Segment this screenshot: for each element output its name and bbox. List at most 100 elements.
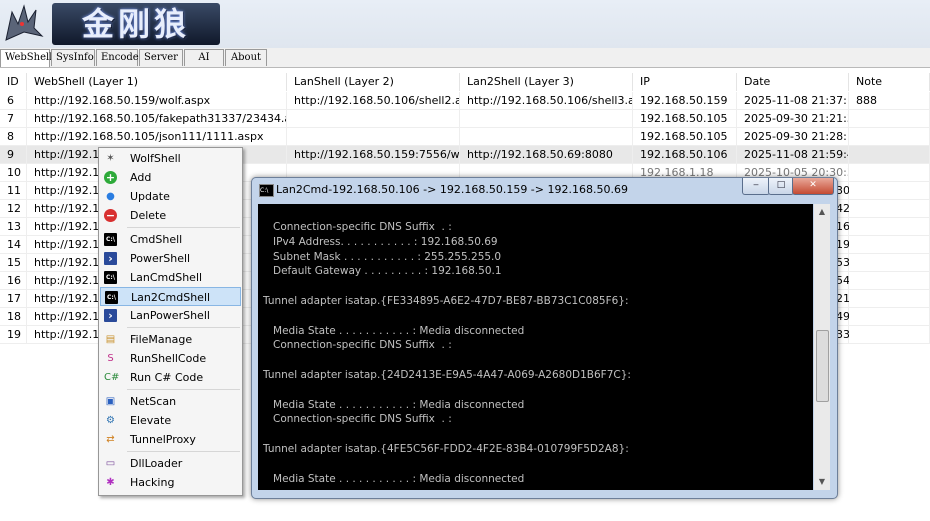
- menu-item-lanpowershell[interactable]: › LanPowerShell: [100, 306, 241, 325]
- cell-id: 7: [0, 110, 27, 128]
- menu-item-delete[interactable]: − Delete: [100, 206, 241, 225]
- close-button[interactable]: ✕: [792, 178, 834, 195]
- cell-date: 2025-09-30 21:21:36: [737, 110, 849, 128]
- cell-note: [849, 128, 930, 146]
- console-line: Tunnel adapter isatap.{24D2413E-E9A5-4A4…: [263, 369, 631, 381]
- console-line: Tunnel adapter isatap.{FE334895-A6E2-47D…: [263, 295, 629, 307]
- column-header-date[interactable]: Date: [737, 73, 849, 91]
- cell-id: 19: [0, 326, 27, 344]
- menu-separator: [127, 227, 240, 228]
- column-header-lanshell[interactable]: LanShell (Layer 2): [287, 73, 460, 91]
- menu-item-powershell[interactable]: › PowerShell: [100, 249, 241, 268]
- cell-note: [849, 236, 930, 254]
- lan2cmd-window: C:\ Lan2Cmd-192.168.50.106 -> 192.168.50…: [251, 177, 838, 499]
- minimize-button[interactable]: ‒: [742, 178, 770, 195]
- powershell-icon: ›: [104, 309, 117, 322]
- scroll-up-icon[interactable]: ▲: [814, 204, 830, 220]
- computer-icon: ▣: [105, 396, 116, 407]
- menu-item-cmdshell[interactable]: C:\ CmdShell: [100, 230, 241, 249]
- menu-item-label: Run C# Code: [130, 371, 204, 384]
- folder-icon: ▤: [105, 334, 116, 345]
- cell-ip: 192.168.50.106: [633, 146, 737, 164]
- cell-note: [849, 308, 930, 326]
- cell-date: 2025-11-08 21:37:14: [737, 92, 849, 110]
- menu-item-elevate[interactable]: ⚙ Elevate: [100, 411, 241, 430]
- cell-ip: 192.168.50.105: [633, 128, 737, 146]
- console-output[interactable]: Connection-specific DNS Suffix . : IPv4 …: [258, 204, 813, 490]
- menu-separator: [127, 327, 240, 328]
- console-line: Media State . . . . . . . . . . . : Medi…: [263, 324, 525, 337]
- console-line: Connection-specific DNS Suffix . :: [263, 413, 452, 426]
- menu-separator: [127, 389, 240, 390]
- cell-note: [849, 254, 930, 272]
- menu-item-add[interactable]: + Add: [100, 168, 241, 187]
- scroll-down-icon[interactable]: ▼: [814, 474, 830, 490]
- menu-item-label: LanCmdShell: [130, 271, 203, 284]
- cell-note: [849, 110, 930, 128]
- menu-item-netscan[interactable]: ▣ NetScan: [100, 392, 241, 411]
- menu-item-label: DllLoader: [130, 457, 183, 470]
- menu-item-filemanage[interactable]: ▤ FileManage: [100, 330, 241, 349]
- cell-note: 888: [849, 92, 930, 110]
- tab-encode[interactable]: Encode: [96, 49, 139, 66]
- cell-id: 10: [0, 164, 27, 182]
- table-row[interactable]: 7 http://192.168.50.105/fakepath31337/234…: [0, 110, 930, 128]
- menu-item-lan2cmdshell[interactable]: C:\ Lan2CmdShell: [100, 287, 241, 306]
- column-header-note[interactable]: Note: [849, 73, 930, 91]
- cell-note: [849, 146, 930, 164]
- cell-id: 15: [0, 254, 27, 272]
- scrollbar-thumb[interactable]: [816, 330, 829, 402]
- cell-id: 9: [0, 146, 27, 164]
- menu-item-lancmdshell[interactable]: C:\ LanCmdShell: [100, 268, 241, 287]
- cell-id: 13: [0, 218, 27, 236]
- menu-item-label: NetScan: [130, 395, 177, 408]
- powershell-icon: ›: [104, 252, 117, 265]
- tab-ai[interactable]: AI: [184, 49, 224, 66]
- console-scrollbar[interactable]: ▲ ▼: [814, 204, 830, 490]
- table-row[interactable]: 6 http://192.168.50.159/wolf.aspx http://1…: [0, 92, 930, 110]
- console-app-icon: C:\: [259, 184, 274, 197]
- menu-item-runshellcode[interactable]: S RunShellCode: [100, 349, 241, 368]
- table-row[interactable]: 8 http://192.168.50.105/json111/1111.aspx…: [0, 128, 930, 146]
- tab-about[interactable]: About: [225, 49, 267, 66]
- tab-webshell[interactable]: WebShell: [0, 49, 52, 67]
- cell-lan2shell: http://192.168.50.106/shell3.as...: [460, 92, 633, 110]
- cell-ip: 192.168.50.159: [633, 92, 737, 110]
- cell-date: 2025-11-08 21:59:41: [737, 146, 849, 164]
- cell-note: [849, 182, 930, 200]
- menu-item-run-c-code[interactable]: C# Run C# Code: [100, 368, 241, 387]
- tab-server[interactable]: Server: [139, 49, 183, 66]
- cell-id: 14: [0, 236, 27, 254]
- cell-lanshell: http://192.168.50.106/shell2.as...: [287, 92, 460, 110]
- cell-lanshell: [287, 128, 460, 146]
- menu-item-wolfshell[interactable]: ✶ WolfShell: [100, 149, 241, 168]
- grid-header: ID WebShell (Layer 1) LanShell (Layer 2)…: [0, 73, 930, 91]
- menu-item-label: Add: [130, 171, 152, 184]
- cell-note: [849, 272, 930, 290]
- tab-sysinfo[interactable]: SysInfo: [51, 49, 95, 66]
- column-header-webshell[interactable]: WebShell (Layer 1): [27, 73, 287, 91]
- cell-id: 17: [0, 290, 27, 308]
- context-menu: ✶ WolfShell + Add ● Update − Delete C:\ CmdShell ›…: [98, 147, 243, 496]
- csharp-icon: C#: [104, 372, 120, 383]
- menu-item-label: LanPowerShell: [130, 309, 210, 322]
- cell-note: [849, 326, 930, 344]
- menu-item-tunnelproxy[interactable]: ⇄ TunnelProxy: [100, 430, 241, 449]
- cell-id: 6: [0, 92, 27, 110]
- maximize-button[interactable]: □: [768, 178, 794, 195]
- elevate-icon: ⚙: [106, 415, 115, 426]
- update-icon: ●: [106, 191, 115, 202]
- menu-item-update[interactable]: ● Update: [100, 187, 241, 206]
- dll-icon: ▭: [105, 458, 116, 469]
- hacking-icon: ✱: [106, 477, 115, 488]
- column-header-id[interactable]: ID: [0, 73, 27, 91]
- column-header-ip[interactable]: IP: [633, 73, 737, 91]
- menu-item-dllloader[interactable]: ▭ DllLoader: [100, 454, 241, 473]
- menu-item-hacking[interactable]: ✱ Hacking: [100, 473, 241, 492]
- add-icon: +: [104, 171, 117, 184]
- console-line: Connection-specific DNS Suffix . :: [263, 221, 452, 233]
- main-tabs: WebShell SysInfo Encode Server AI About: [0, 49, 268, 67]
- cell-lanshell: http://192.168.50.159:7556/wol...: [287, 146, 460, 164]
- cell-note: [849, 218, 930, 236]
- column-header-lan2shell[interactable]: Lan2Shell (Layer 3): [460, 73, 633, 91]
